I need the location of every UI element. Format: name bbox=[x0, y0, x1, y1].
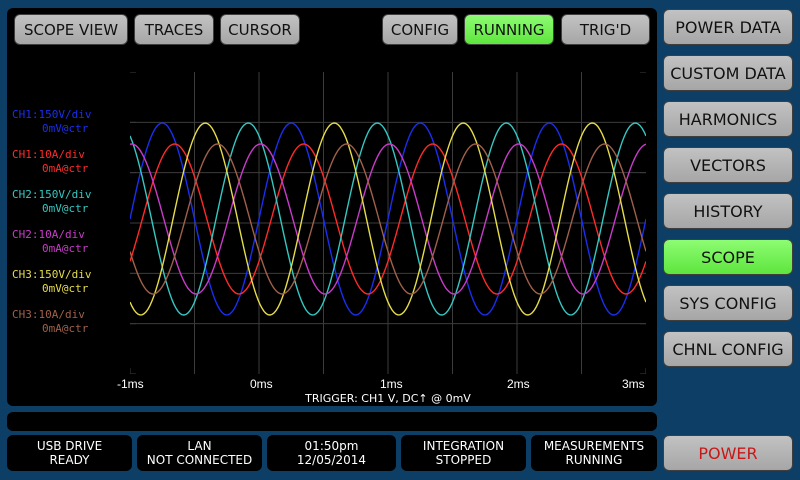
nav-history-button[interactable]: HISTORY bbox=[663, 193, 793, 229]
nav-harmonics-button[interactable]: HARMONICS bbox=[663, 101, 793, 137]
measurements-status[interactable]: MEASUREMENTS RUNNING bbox=[531, 435, 657, 471]
scope-waveform-plot[interactable] bbox=[130, 72, 646, 374]
ch1a-offset-label: 0mA@ctr bbox=[42, 162, 89, 175]
ch2a-scale-label: CH2:10A/div bbox=[12, 228, 85, 241]
integration-status[interactable]: INTEGRATION STOPPED bbox=[401, 435, 526, 471]
x-tick-label: 3ms bbox=[622, 377, 645, 391]
clock-status[interactable]: 01:50pm 12/05/2014 bbox=[267, 435, 396, 471]
status-line: INTEGRATION bbox=[422, 439, 505, 453]
x-tick-label: 1ms bbox=[380, 377, 403, 391]
ch1v-offset-label: 0mV@ctr bbox=[42, 122, 89, 135]
ch2v-scale-label: CH2:150V/div bbox=[12, 188, 92, 201]
nav-power-data-button[interactable]: POWER DATA bbox=[663, 9, 793, 45]
ch1v-scale-label: CH1:150V/div bbox=[12, 108, 92, 121]
status-line: 01:50pm bbox=[304, 439, 359, 453]
nav-scope-button[interactable]: SCOPE bbox=[663, 239, 793, 275]
config-button[interactable]: CONFIG bbox=[382, 14, 458, 45]
nav-chnl-config-button[interactable]: CHNL CONFIG bbox=[663, 331, 793, 367]
status-line: USB DRIVE bbox=[36, 439, 103, 453]
running-button[interactable]: RUNNING bbox=[464, 14, 554, 45]
ch3a-offset-label: 0mA@ctr bbox=[42, 322, 89, 335]
power-button[interactable]: POWER bbox=[663, 435, 793, 471]
status-line: READY bbox=[49, 453, 90, 467]
nav-vectors-button[interactable]: VECTORS bbox=[663, 147, 793, 183]
ch2v-offset-label: 0mV@ctr bbox=[42, 202, 89, 215]
ch3v-scale-label: CH3:150V/div bbox=[12, 268, 92, 281]
usb-drive-status[interactable]: USB DRIVE READY bbox=[7, 435, 132, 471]
status-line: MEASUREMENTS bbox=[543, 439, 645, 453]
ch1a-scale-label: CH1:10A/div bbox=[12, 148, 85, 161]
status-line: STOPPED bbox=[435, 453, 492, 467]
status-line: RUNNING bbox=[565, 453, 623, 467]
status-line: LAN bbox=[187, 439, 212, 453]
x-tick-label: -1ms bbox=[117, 377, 144, 391]
status-line: 12/05/2014 bbox=[296, 453, 367, 467]
ch2a-offset-label: 0mA@ctr bbox=[42, 242, 89, 255]
ch3a-scale-label: CH3:10A/div bbox=[12, 308, 85, 321]
status-line: NOT CONNECTED bbox=[146, 453, 253, 467]
trigd-button[interactable]: TRIG'D bbox=[561, 14, 650, 45]
ch3v-offset-label: 0mV@ctr bbox=[42, 282, 89, 295]
nav-sys-config-button[interactable]: SYS CONFIG bbox=[663, 285, 793, 321]
tab-scope-view[interactable]: SCOPE VIEW bbox=[14, 14, 128, 45]
x-tick-label: 0ms bbox=[250, 377, 273, 391]
lan-status[interactable]: LAN NOT CONNECTED bbox=[137, 435, 262, 471]
nav-custom-data-button[interactable]: CUSTOM DATA bbox=[663, 55, 793, 91]
trigger-info: TRIGGER: CH1 V, DC↑ @ 0mV bbox=[305, 392, 471, 405]
tab-cursor[interactable]: CURSOR bbox=[220, 14, 300, 45]
x-tick-label: 2ms bbox=[507, 377, 530, 391]
message-bar bbox=[7, 412, 657, 431]
tab-traces[interactable]: TRACES bbox=[134, 14, 214, 45]
